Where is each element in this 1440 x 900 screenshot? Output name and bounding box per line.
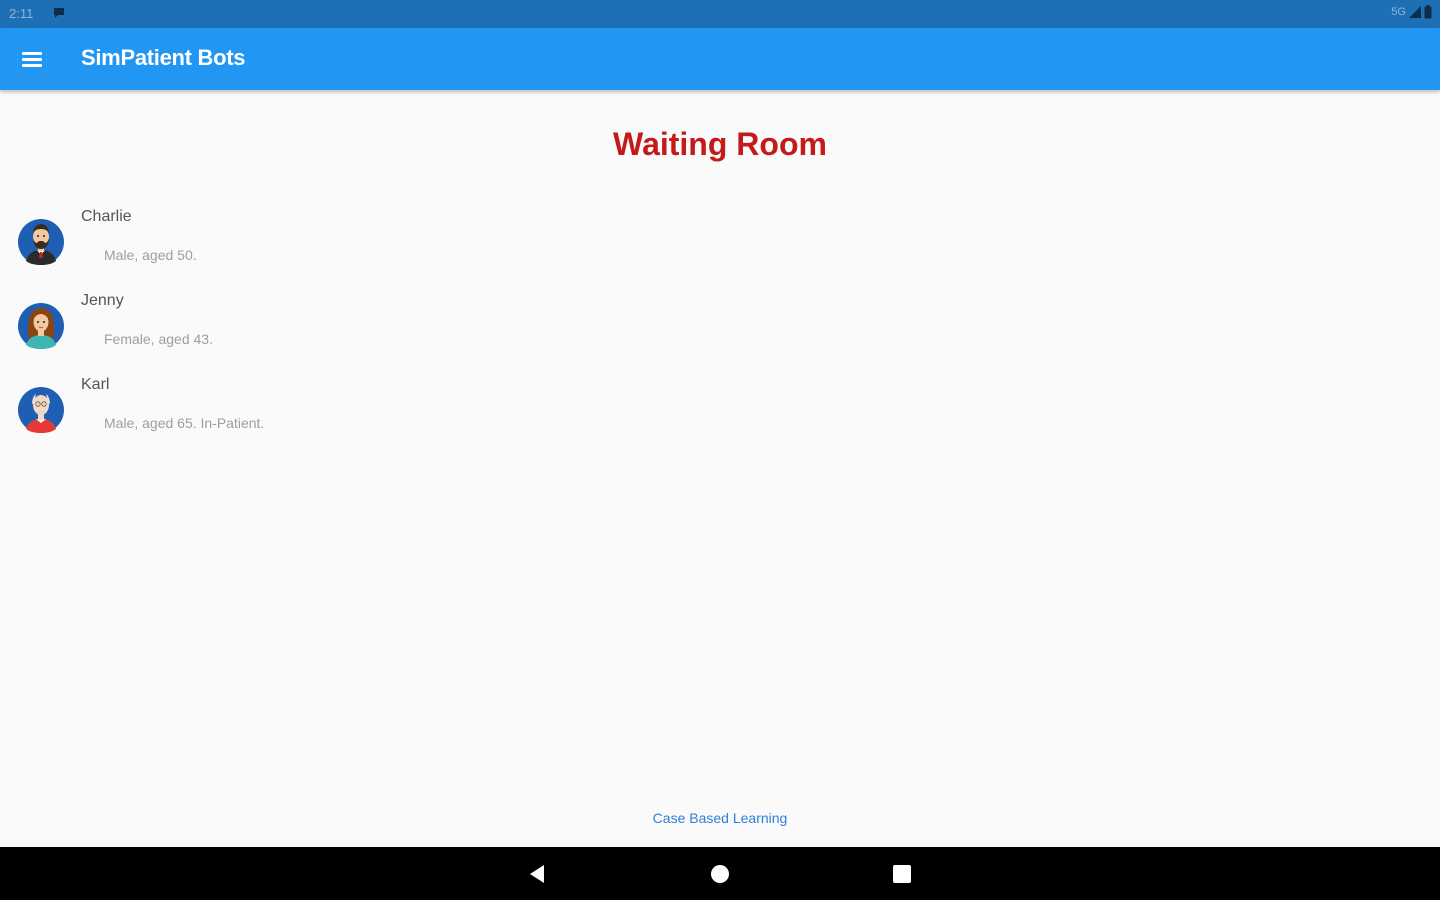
patient-name: Jenny <box>81 292 124 309</box>
screen: 2:11 5G SimPatient Bots Waiting Room Cha… <box>0 0 1440 900</box>
recents-square-icon[interactable] <box>889 861 915 887</box>
status-bar: 2:11 5G <box>0 0 1440 28</box>
chat-bubble-icon <box>54 8 64 18</box>
back-triangle-icon[interactable] <box>525 861 551 887</box>
patient-list: Charlie Male, aged 50. Jenny Female, age… <box>0 200 600 452</box>
battery-icon <box>1424 5 1432 19</box>
network-type: 5G <box>1391 6 1406 18</box>
page-title: Waiting Room <box>613 126 827 162</box>
patient-item-karl[interactable]: Karl Male, aged 65. In-Patient. <box>0 368 600 452</box>
woman-avatar-icon <box>18 303 64 349</box>
patient-description: Male, aged 65. In-Patient. <box>104 415 265 431</box>
app-title: SimPatient Bots <box>81 45 246 70</box>
home-circle-icon[interactable] <box>707 861 733 887</box>
navigation-bar <box>0 847 1440 900</box>
bearded-man-avatar-icon <box>18 219 64 265</box>
app-bar: SimPatient Bots <box>0 28 1440 90</box>
patient-description: Male, aged 50. <box>104 247 197 263</box>
patient-description: Female, aged 43. <box>104 331 213 347</box>
patient-name: Karl <box>81 376 110 393</box>
patient-item-charlie[interactable]: Charlie Male, aged 50. <box>0 200 600 284</box>
patient-name: Charlie <box>81 208 132 225</box>
elderly-man-avatar-icon <box>18 387 64 433</box>
hamburger-menu-icon[interactable] <box>14 45 50 73</box>
status-indicators: 5G <box>1391 5 1432 19</box>
case-based-learning-link[interactable]: Case Based Learning <box>0 810 1440 826</box>
status-time: 2:11 <box>9 6 34 21</box>
patient-item-jenny[interactable]: Jenny Female, aged 43. <box>0 284 600 368</box>
signal-icon <box>1409 6 1421 18</box>
